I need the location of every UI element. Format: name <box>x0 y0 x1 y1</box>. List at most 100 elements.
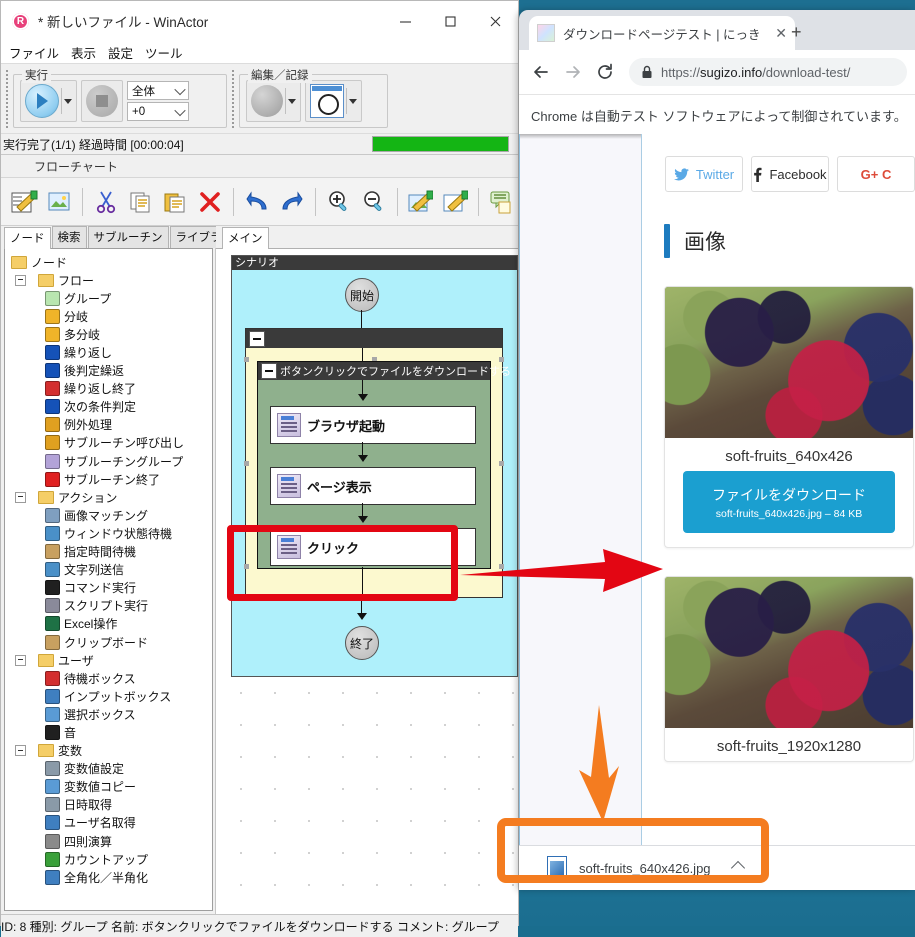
forward-button[interactable] <box>559 58 587 86</box>
comment-icon[interactable] <box>486 184 518 220</box>
new-tab-button[interactable]: + <box>791 23 802 41</box>
capture-dropdown-caret-icon[interactable] <box>349 98 357 104</box>
tab-subroutine[interactable]: サブルーチン <box>87 226 169 248</box>
maximize-button[interactable] <box>428 1 473 41</box>
tree-expander-icon[interactable] <box>15 491 26 503</box>
resize-handle[interactable] <box>499 564 504 569</box>
tab-search[interactable]: 検索 <box>51 226 87 248</box>
tab-close-icon[interactable]: ✕ <box>775 25 787 42</box>
download-file-button[interactable]: ファイルをダウンロード soft-fruits_640x426.jpg – 84… <box>683 471 895 533</box>
tree-node-item[interactable]: 文字列送信 <box>9 561 212 579</box>
tree-node-item[interactable]: カウントアップ <box>9 850 212 868</box>
browser-tab[interactable]: ダウンロードページテスト | にっき ✕ <box>529 16 795 50</box>
share-facebook-button[interactable]: Facebook <box>751 156 829 192</box>
action-node-browser-launch[interactable]: ブラウザ起動 <box>270 406 476 444</box>
tree-expander-icon[interactable] <box>15 274 26 286</box>
tree-node-item[interactable]: スクリプト実行 <box>9 597 212 615</box>
zoom-out-icon[interactable] <box>358 184 390 220</box>
run-button[interactable] <box>20 80 77 122</box>
minimize-button[interactable] <box>383 1 428 41</box>
tree-expander-icon[interactable] <box>15 654 26 666</box>
menu-item-settings[interactable]: 設定 <box>108 43 133 62</box>
share-google-plus-button[interactable]: G+ C <box>837 156 915 192</box>
copy-icon[interactable] <box>125 184 157 220</box>
image-capture-icon[interactable] <box>43 184 75 220</box>
tree-folder[interactable]: ユーザ <box>9 651 212 669</box>
tree-node-item[interactable]: 分岐 <box>9 307 212 325</box>
scenario-container[interactable]: シナリオ 開始 ボタンクリックでファイルをダウンロードする ブラウザ起動 ページ… <box>231 255 518 677</box>
address-bar[interactable]: https://sugizo.info/download-test/ <box>629 58 907 86</box>
share-twitter-button[interactable]: Twitter <box>665 156 743 192</box>
tree-node-item[interactable]: 日時取得 <box>9 796 212 814</box>
tree-node-item[interactable]: グループ <box>9 289 212 307</box>
tree-node-item[interactable]: 変数値設定 <box>9 760 212 778</box>
page-content[interactable]: Twitter Facebook G+ C 画像 soft-fruits_640… <box>519 134 915 890</box>
run-offset-select[interactable]: +0 <box>127 102 189 121</box>
delete-icon[interactable] <box>194 184 226 220</box>
tree-node-item[interactable]: サブルーチン呼び出し <box>9 434 212 452</box>
tree-node-item[interactable]: 四則演算 <box>9 832 212 850</box>
resize-handle[interactable] <box>244 357 249 362</box>
start-node[interactable]: 開始 <box>345 278 379 312</box>
tree-node-item[interactable]: ウィンドウ状態待機 <box>9 524 212 542</box>
zoom-in-icon[interactable] <box>323 184 355 220</box>
tree-expander-icon[interactable] <box>15 745 26 757</box>
tree-node-item[interactable]: 変数値コピー <box>9 778 212 796</box>
tree-node-item[interactable]: 多分岐 <box>9 325 212 343</box>
tree-folder[interactable]: ノード <box>9 253 212 271</box>
tree-folder[interactable]: フロー <box>9 271 212 289</box>
tree-node-item[interactable]: 次の条件判定 <box>9 398 212 416</box>
image-card[interactable]: soft-fruits_1920x1280 <box>664 576 914 762</box>
tree-node-item[interactable]: ユーザ名取得 <box>9 814 212 832</box>
tree-node-item[interactable]: サブルーチン終了 <box>9 470 212 488</box>
resize-handle[interactable] <box>499 461 504 466</box>
record-dropdown-caret-icon[interactable] <box>288 98 296 104</box>
collapse-icon[interactable] <box>261 363 277 379</box>
action-node-page-display[interactable]: ページ表示 <box>270 467 476 505</box>
tree-node-item[interactable]: 後判定繰返 <box>9 362 212 380</box>
node-tree[interactable]: ノード フロー グループ 分岐 多分岐 繰り返し 後判定繰返 繰り返し終了 次の条件判定 例外処理… <box>4 248 213 911</box>
menu-item-tools[interactable]: ツール <box>145 43 183 62</box>
redo-icon[interactable] <box>276 184 308 220</box>
image-card[interactable]: soft-fruits_640x426 ファイルをダウンロード soft-fru… <box>664 286 914 548</box>
tree-node-item[interactable]: 選択ボックス <box>9 705 212 723</box>
cut-icon[interactable] <box>90 184 122 220</box>
tree-node-item[interactable]: 繰り返し <box>9 343 212 361</box>
edit-scenario-icon[interactable] <box>8 184 40 220</box>
tree-node-item[interactable]: 例外処理 <box>9 416 212 434</box>
node-edit-icon[interactable] <box>439 184 471 220</box>
tree-node-item[interactable]: 全角化／半角化 <box>9 868 212 886</box>
run-scope-select[interactable]: 全体 <box>127 81 189 100</box>
tree-folder[interactable]: アクション <box>9 488 212 506</box>
tree-node-item[interactable]: コマンド実行 <box>9 579 212 597</box>
image-edit-icon[interactable] <box>404 184 436 220</box>
resize-handle[interactable] <box>499 357 504 362</box>
tree-node-item[interactable]: インプットボックス <box>9 687 212 705</box>
resize-handle[interactable] <box>244 461 249 466</box>
record-button[interactable] <box>246 80 301 122</box>
tree-node-item[interactable]: 待機ボックス <box>9 669 212 687</box>
tree-node-item[interactable]: 音 <box>9 723 212 741</box>
tab-main[interactable]: メイン <box>222 227 269 249</box>
run-dropdown-caret-icon[interactable] <box>64 98 72 104</box>
paste-icon[interactable] <box>159 184 191 220</box>
menu-item-file[interactable]: ファイル <box>9 43 59 62</box>
stop-button[interactable] <box>81 80 123 122</box>
undo-icon[interactable] <box>241 184 273 220</box>
tree-node-item[interactable]: Excel操作 <box>9 615 212 633</box>
target-capture-button[interactable] <box>305 80 362 122</box>
tree-node-item[interactable]: 繰り返し終了 <box>9 380 212 398</box>
tab-node[interactable]: ノード <box>4 227 51 249</box>
menu-item-view[interactable]: 表示 <box>71 43 96 62</box>
back-button[interactable] <box>527 58 555 86</box>
tree-node-item[interactable]: 画像マッチング <box>9 506 212 524</box>
tree-node-item[interactable]: クリップボード <box>9 633 212 651</box>
collapse-icon[interactable] <box>249 330 265 347</box>
tree-node-item[interactable]: 指定時間待機 <box>9 543 212 561</box>
excel-icon <box>45 616 60 632</box>
close-button[interactable] <box>473 1 518 41</box>
reload-button[interactable] <box>591 58 619 86</box>
tree-folder[interactable]: 変数 <box>9 742 212 760</box>
end-node[interactable]: 終了 <box>345 626 379 660</box>
tree-node-item[interactable]: サブルーチングループ <box>9 452 212 470</box>
